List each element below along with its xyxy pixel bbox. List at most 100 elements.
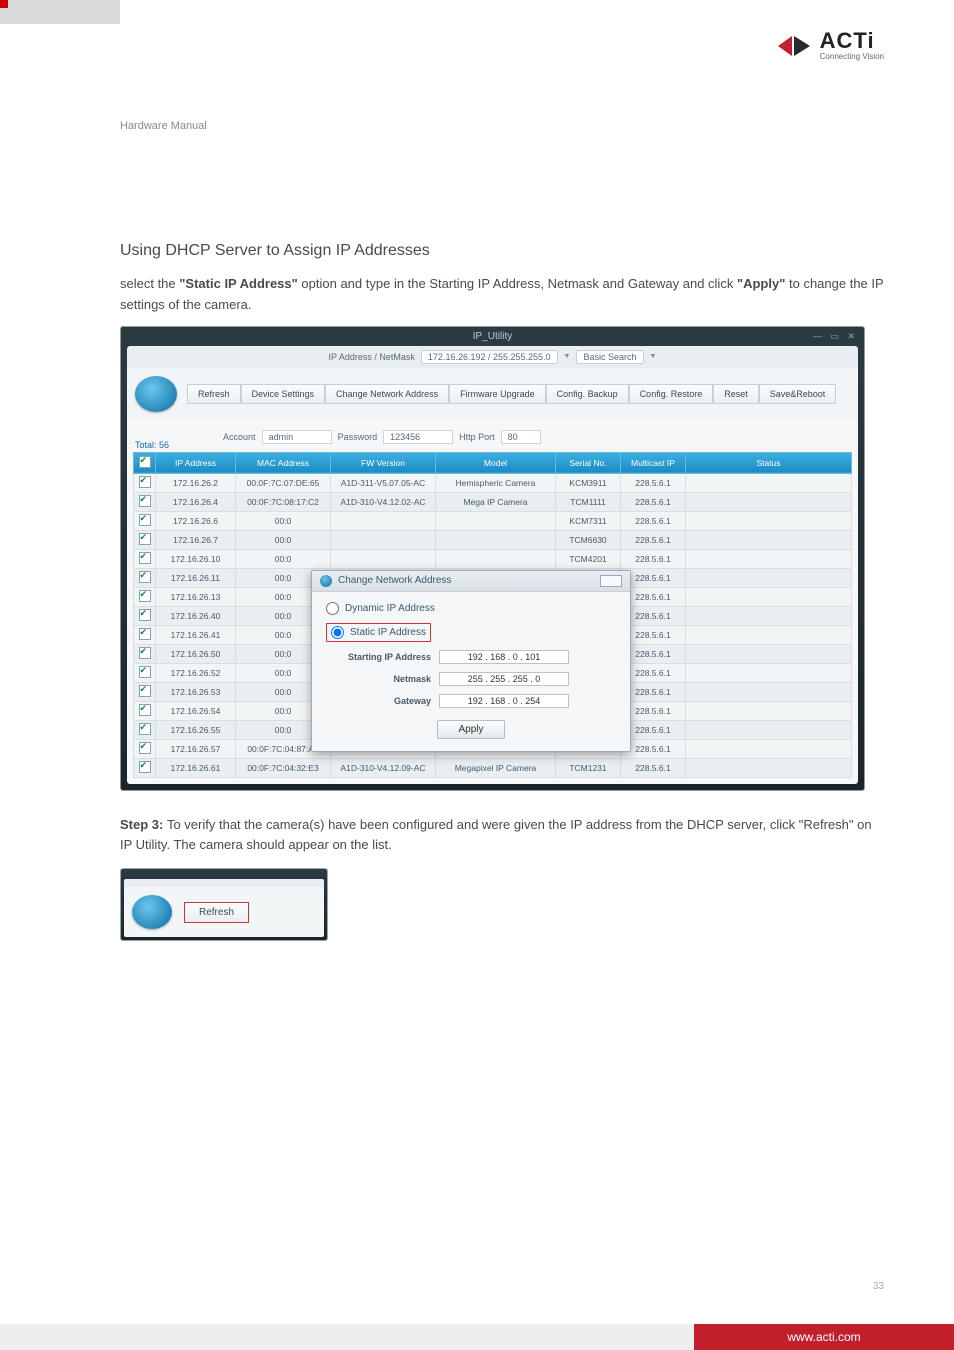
row-checkbox[interactable] (139, 552, 151, 564)
row-checkbox[interactable] (139, 533, 151, 545)
table-row[interactable]: 172.16.26.1000:0TCM4201228.5.6.1 (134, 549, 852, 568)
column-header[interactable]: MAC Address (236, 452, 331, 473)
globe-icon (135, 376, 177, 412)
cell: 172.16.26.10 (156, 549, 236, 568)
static-ip-radio[interactable]: Static IP Address (326, 623, 431, 642)
column-header[interactable]: IP Address (156, 452, 236, 473)
window-title: IP_Utility — ▭ ✕ (121, 327, 864, 346)
cell: Megapixel IP Camera (436, 758, 556, 777)
search-bar: IP Address / NetMask 172.16.26.192 / 255… (127, 346, 858, 368)
firmware-upgrade-button[interactable]: Firmware Upgrade (449, 384, 546, 404)
search-mode[interactable]: Basic Search (576, 350, 643, 364)
cell: 228.5.6.1 (621, 492, 686, 511)
cell: 228.5.6.1 (621, 473, 686, 492)
cell (331, 549, 436, 568)
table-row[interactable]: 172.16.26.200:0F:7C:07:DE:65A1D-311-V5.0… (134, 473, 852, 492)
config-backup-button[interactable]: Config. Backup (546, 384, 629, 404)
column-header[interactable]: Status (686, 452, 852, 473)
chevron-down-icon[interactable]: ▼ (650, 353, 657, 360)
gateway-input[interactable]: 192 . 168 . 0 . 254 (439, 694, 569, 708)
cell: 228.5.6.1 (621, 530, 686, 549)
row-checkbox[interactable] (139, 514, 151, 526)
starting-ip-label: Starting IP Address (326, 652, 431, 662)
cell: 172.16.26.40 (156, 606, 236, 625)
row-checkbox[interactable] (139, 647, 151, 659)
cell (686, 568, 852, 587)
apply-button[interactable]: Apply (437, 720, 504, 739)
row-checkbox[interactable] (139, 742, 151, 754)
row-checkbox[interactable] (139, 723, 151, 735)
window-controls-icon[interactable]: — ▭ ✕ (813, 331, 858, 342)
search-label: IP Address / NetMask (329, 352, 415, 362)
page-number: 33 (873, 1281, 884, 1292)
total-count: Total: 56 (135, 440, 169, 450)
credentials-row: Account admin Password 123456 Http Port … (223, 430, 541, 444)
document-title: Hardware Manual (120, 120, 884, 132)
cell: TCM1231 (556, 758, 621, 777)
logo-mark-icon (774, 32, 814, 60)
row-checkbox[interactable] (139, 590, 151, 602)
row-checkbox[interactable] (139, 495, 151, 507)
table-row[interactable]: 172.16.26.6100:0F:7C:04:32:E3A1D-310-V4.… (134, 758, 852, 777)
starting-ip-input[interactable]: 192 . 168 . 0 . 101 (439, 650, 569, 664)
row-checkbox[interactable] (139, 685, 151, 697)
page-footer: www.acti.com (0, 1324, 954, 1350)
table-row[interactable]: 172.16.26.400:0F:7C:08:17:C2A1D-310-V4.1… (134, 492, 852, 511)
http-port-input[interactable]: 80 (501, 430, 541, 444)
cell: TCM4201 (556, 549, 621, 568)
gateway-label: Gateway (326, 696, 431, 706)
change-network-address-button[interactable]: Change Network Address (325, 384, 449, 404)
chevron-down-icon[interactable]: ▼ (564, 353, 571, 360)
search-value[interactable]: 172.16.26.192 / 255.255.255.0 (421, 350, 558, 364)
netmask-input[interactable]: 255 . 255 . 255 . 0 (439, 672, 569, 686)
device-settings-button[interactable]: Device Settings (241, 384, 326, 404)
cell: 00:0 (236, 530, 331, 549)
table-row[interactable]: 172.16.26.700:0TCM6630228.5.6.1 (134, 530, 852, 549)
cell: 00:0 (236, 511, 331, 530)
table-row[interactable]: 172.16.26.600:0KCM7311228.5.6.1 (134, 511, 852, 530)
column-header[interactable] (134, 452, 156, 473)
cell (686, 663, 852, 682)
save-reboot-button[interactable]: Save&Reboot (759, 384, 837, 404)
row-checkbox[interactable] (139, 761, 151, 773)
refresh-button[interactable]: Refresh (187, 384, 241, 404)
cell: A1D-310-V4.12.09-AC (331, 758, 436, 777)
select-all-checkbox[interactable] (139, 456, 151, 468)
cell: KCM7311 (556, 511, 621, 530)
cell: 172.16.26.57 (156, 739, 236, 758)
cell: 172.16.26.41 (156, 625, 236, 644)
cell (436, 549, 556, 568)
cell: 228.5.6.1 (621, 511, 686, 530)
cell (436, 530, 556, 549)
row-checkbox[interactable] (139, 609, 151, 621)
toolbar: Refresh Device Settings Change Network A… (127, 368, 858, 420)
password-label: Password (338, 432, 378, 442)
step-3: Step 3: To verify that the camera(s) hav… (120, 815, 884, 857)
cell: 172.16.26.2 (156, 473, 236, 492)
section-heading: Using DHCP Server to Assign IP Addresses (120, 242, 884, 260)
brand-name: ACTi (820, 30, 884, 52)
column-header[interactable]: FW Version (331, 452, 436, 473)
dynamic-ip-radio[interactable]: Dynamic IP Address (326, 602, 616, 615)
config-restore-button[interactable]: Config. Restore (629, 384, 714, 404)
column-header[interactable]: Model (436, 452, 556, 473)
account-input[interactable]: admin (262, 430, 332, 444)
dialog-control-icon[interactable] (600, 575, 622, 587)
row-checkbox[interactable] (139, 628, 151, 640)
cell (686, 587, 852, 606)
row-checkbox[interactable] (139, 476, 151, 488)
row-checkbox[interactable] (139, 704, 151, 716)
cell: Hemispheric Camera (436, 473, 556, 492)
refresh-button-highlighted[interactable]: Refresh (184, 902, 249, 923)
password-input[interactable]: 123456 (383, 430, 453, 444)
row-checkbox[interactable] (139, 571, 151, 583)
cell: 172.16.26.4 (156, 492, 236, 511)
brand-logo: ACTi Connecting Vision (774, 30, 884, 61)
reset-button[interactable]: Reset (713, 384, 759, 404)
cell: TCM6630 (556, 530, 621, 549)
column-header[interactable]: Multicast IP (621, 452, 686, 473)
netmask-label: Netmask (326, 674, 431, 684)
column-header[interactable]: Serial No. (556, 452, 621, 473)
row-checkbox[interactable] (139, 666, 151, 678)
cell: 00:0 (236, 549, 331, 568)
